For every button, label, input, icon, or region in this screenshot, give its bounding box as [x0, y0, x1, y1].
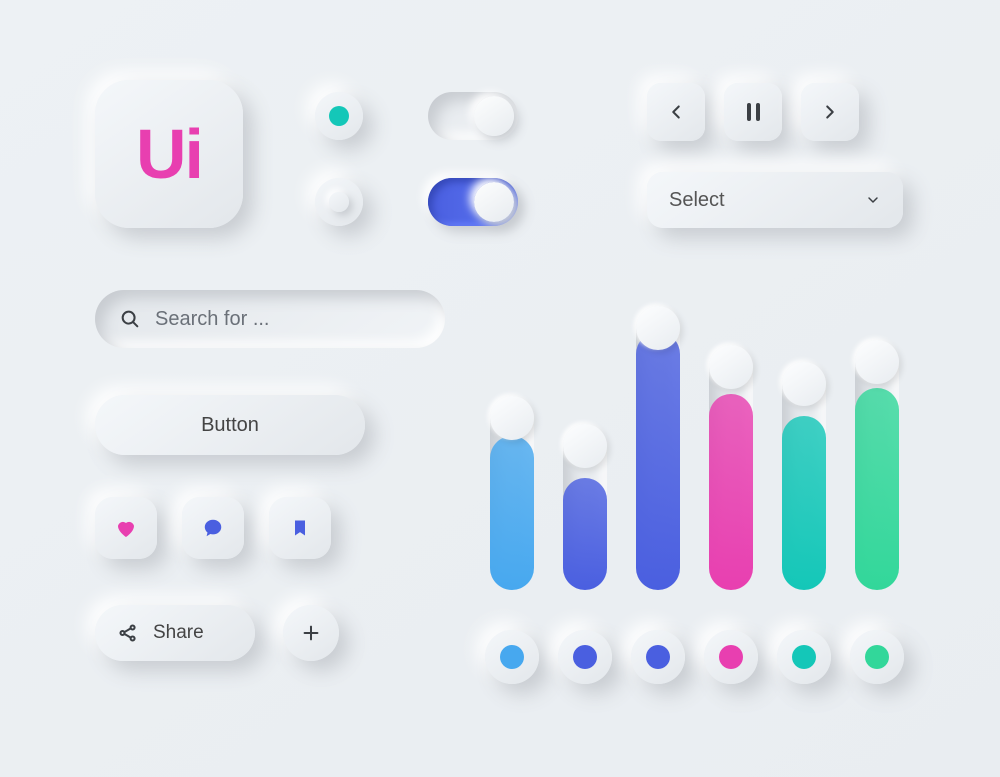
- select-dropdown[interactable]: Select: [647, 172, 903, 228]
- bookmark-icon: [290, 517, 310, 539]
- share-icon: [117, 622, 139, 644]
- bar-cap: [490, 396, 534, 440]
- share-button[interactable]: Share: [95, 605, 255, 661]
- chat-button[interactable]: [182, 497, 244, 559]
- select-label: Select: [669, 189, 725, 212]
- color-dot-icon: [719, 645, 743, 669]
- color-dot-icon: [500, 645, 524, 669]
- color-dot-icon: [792, 645, 816, 669]
- color-swatch[interactable]: [485, 630, 539, 684]
- bar-fill: [490, 436, 534, 590]
- toggle-off[interactable]: [428, 92, 518, 140]
- add-button[interactable]: [283, 605, 339, 661]
- radio-selected[interactable]: [315, 92, 363, 140]
- prev-button[interactable]: [647, 83, 705, 141]
- radio-unselected[interactable]: [315, 178, 363, 226]
- heart-icon: [114, 516, 138, 540]
- bar-cap: [636, 306, 680, 350]
- color-dot-icon: [573, 645, 597, 669]
- bar-track[interactable]: [490, 400, 534, 590]
- color-dot-icon: [865, 645, 889, 669]
- toggle-on[interactable]: [428, 178, 518, 226]
- bar-fill: [855, 388, 899, 590]
- radio-dot-icon: [329, 106, 349, 126]
- bar-track[interactable]: [709, 349, 753, 590]
- bar-track[interactable]: [782, 366, 826, 590]
- color-swatch[interactable]: [631, 630, 685, 684]
- bar-track[interactable]: [563, 428, 607, 590]
- heart-button[interactable]: [95, 497, 157, 559]
- search-icon: [119, 308, 141, 330]
- logo-text: Ui: [136, 114, 202, 194]
- bar-track[interactable]: [855, 344, 899, 590]
- bar-cap: [855, 340, 899, 384]
- radio-ring-icon: [329, 192, 349, 212]
- next-button[interactable]: [801, 83, 859, 141]
- share-label: Share: [153, 622, 204, 644]
- logo-tile: Ui: [95, 80, 243, 228]
- chevron-right-icon: [819, 101, 841, 123]
- chat-icon: [202, 517, 224, 539]
- toggle-knob: [474, 96, 514, 136]
- pause-button[interactable]: [724, 83, 782, 141]
- bar-fill: [563, 478, 607, 590]
- color-swatch[interactable]: [777, 630, 831, 684]
- color-dot-icon: [646, 645, 670, 669]
- plus-icon: [300, 622, 322, 644]
- toggle-knob: [474, 182, 514, 222]
- primary-button[interactable]: Button: [95, 395, 365, 455]
- pause-icon: [747, 103, 760, 121]
- bar-chart: [490, 290, 905, 590]
- search-placeholder: Search for ...: [155, 308, 270, 331]
- chevron-down-icon: [865, 192, 881, 208]
- color-swatch[interactable]: [850, 630, 904, 684]
- bar-cap: [563, 424, 607, 468]
- bar-fill: [782, 416, 826, 590]
- bar-fill: [636, 332, 680, 590]
- color-swatch[interactable]: [704, 630, 758, 684]
- bar-fill: [709, 394, 753, 590]
- bookmark-button[interactable]: [269, 497, 331, 559]
- search-input[interactable]: Search for ...: [95, 290, 445, 348]
- bar-cap: [782, 362, 826, 406]
- color-swatch[interactable]: [558, 630, 612, 684]
- primary-button-label: Button: [201, 414, 259, 437]
- bar-cap: [709, 345, 753, 389]
- chevron-left-icon: [665, 101, 687, 123]
- bar-track[interactable]: [636, 310, 680, 590]
